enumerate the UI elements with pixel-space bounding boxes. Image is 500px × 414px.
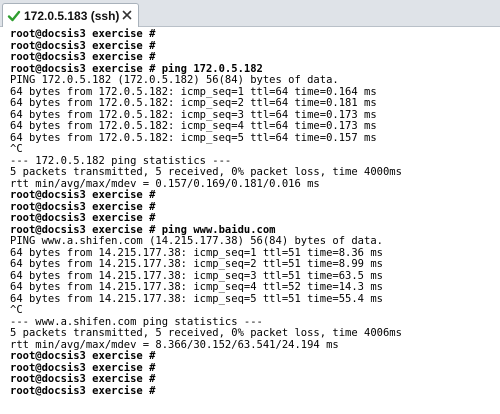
close-tab-icon[interactable]: [120, 8, 134, 22]
connected-check-icon: [7, 10, 21, 21]
terminal-prompt-line: root@docsis3 exercise #: [10, 384, 156, 397]
terminal-prompt-line: root@docsis3 exercise #: [10, 373, 156, 385]
terminal-output-line: 5 packets transmitted, 5 received, 0% pa…: [10, 166, 402, 178]
ssh-terminal-window: 172.0.5.183 (ssh) root@docsis3 exercise …: [0, 0, 500, 414]
session-tab[interactable]: 172.0.5.183 (ssh): [2, 3, 139, 27]
terminal-output-line: ^C: [10, 143, 23, 155]
tab-title: 172.0.5.183 (ssh): [24, 8, 120, 23]
terminal-prompt-line: root@docsis3 exercise #: [10, 28, 156, 40]
terminal-output-line: 64 bytes from 172.0.5.182: icmp_seq=2 tt…: [10, 97, 377, 109]
terminal-output-line: 64 bytes from 14.215.177.38: icmp_seq=4 …: [10, 281, 383, 293]
terminal-prompt-line: root@docsis3 exercise #: [10, 51, 156, 63]
terminal-prompt-line: root@docsis3 exercise #: [10, 350, 156, 362]
terminal-output-line: PING 172.0.5.182 (172.0.5.182) 56(84) by…: [10, 74, 339, 86]
terminal-output-line: PING www.a.shifen.com (14.215.177.38) 56…: [10, 235, 383, 247]
terminal-output-line: 64 bytes from 14.215.177.38: icmp_seq=5 …: [10, 292, 383, 305]
terminal-output-line: 64 bytes from 172.0.5.182: icmp_seq=5 tt…: [10, 131, 377, 144]
tab-bar: 172.0.5.183 (ssh): [0, 0, 500, 27]
terminal-output-line: 64 bytes from 172.0.5.182: icmp_seq=4 tt…: [10, 120, 377, 132]
terminal-prompt-line: root@docsis3 exercise #: [10, 189, 156, 201]
terminal-output[interactable]: root@docsis3 exercise # root@docsis3 exer…: [0, 27, 500, 414]
terminal-output-line: 5 packets transmitted, 5 received, 0% pa…: [10, 327, 402, 339]
terminal-output-line: 64 bytes from 14.215.177.38: icmp_seq=2 …: [10, 258, 383, 270]
terminal-prompt-line: root@docsis3 exercise #: [10, 212, 156, 224]
terminal-output-line: ^C: [10, 304, 23, 316]
